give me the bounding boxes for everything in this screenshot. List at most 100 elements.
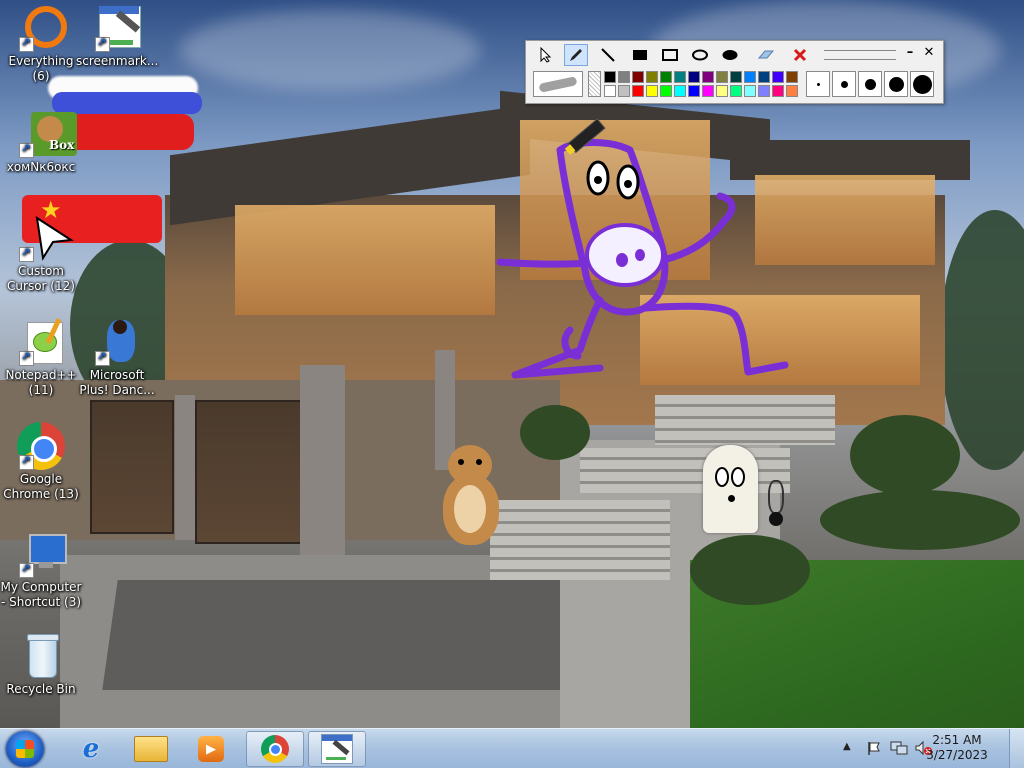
color-swatch[interactable] xyxy=(660,85,672,97)
ellipse-tool[interactable] xyxy=(688,44,712,66)
cursor-arrow-icon xyxy=(17,214,74,262)
start-button[interactable] xyxy=(6,731,44,767)
red-x-icon xyxy=(793,48,807,62)
network-icon[interactable] xyxy=(890,740,908,756)
color-swatch[interactable] xyxy=(688,71,700,83)
taskbar-screenmarker[interactable] xyxy=(308,731,366,767)
color-swatch[interactable] xyxy=(758,85,770,97)
ie-icon: e xyxy=(82,734,100,764)
color-swatch[interactable] xyxy=(786,85,798,97)
shortcut-arrow-icon xyxy=(19,245,34,262)
close-button[interactable]: ✕ xyxy=(920,45,938,63)
screenmarker-icon xyxy=(93,4,141,52)
color-swatch[interactable] xyxy=(758,71,770,83)
custom-cursor-shortcut[interactable]: Custom Cursor (12) xyxy=(0,214,82,294)
color-swatch[interactable] xyxy=(618,85,630,97)
minimize-button[interactable]: – xyxy=(902,45,918,63)
color-swatch[interactable] xyxy=(646,71,658,83)
transparent-color-swatch[interactable] xyxy=(588,71,601,97)
taskbar-windows-explorer[interactable] xyxy=(124,731,178,767)
rectangle-tool[interactable] xyxy=(658,44,682,66)
brush-size-tiny-button[interactable] xyxy=(806,71,830,97)
google-chrome-shortcut[interactable]: Google Chrome (13) xyxy=(0,422,82,502)
color-swatch[interactable] xyxy=(730,71,742,83)
brush-size-medium-button[interactable] xyxy=(858,71,882,97)
toolbar-drag-grip[interactable] xyxy=(824,50,896,60)
color-swatch[interactable] xyxy=(730,85,742,97)
marker-pen-tool[interactable] xyxy=(564,44,588,66)
shortcut-arrow-icon xyxy=(19,141,34,158)
black-cat-desktop-pet[interactable] xyxy=(764,480,786,528)
taskbar-media-player[interactable]: ▶ xyxy=(184,731,238,767)
taskbar-internet-explorer[interactable]: e xyxy=(64,731,118,767)
color-swatch[interactable] xyxy=(716,71,728,83)
color-swatch[interactable] xyxy=(632,85,644,97)
color-swatch[interactable] xyxy=(702,85,714,97)
filled-ellipse-tool[interactable] xyxy=(718,44,742,66)
screenmarker-toolbar[interactable]: – ✕ xyxy=(525,40,944,104)
color-swatch[interactable] xyxy=(646,85,658,97)
notepadpp-shortcut[interactable]: Notepad++ (11) xyxy=(0,318,82,398)
pointer-icon xyxy=(540,47,552,63)
color-swatch[interactable] xyxy=(674,71,686,83)
microsoft-plus-dance-shortcut[interactable]: Microsoft Plus! Danc... xyxy=(76,318,158,398)
brush-dot-icon xyxy=(888,76,904,92)
eraser-tool[interactable] xyxy=(754,44,778,66)
color-swatch[interactable] xyxy=(604,71,616,83)
color-swatch[interactable] xyxy=(786,71,798,83)
color-swatch[interactable] xyxy=(674,85,686,97)
hamster-box-icon: Box xyxy=(17,110,77,158)
color-swatch[interactable] xyxy=(604,85,616,97)
system-clock[interactable]: 2:51 AM 3/27/2023 xyxy=(922,733,992,763)
color-swatch[interactable] xyxy=(744,71,756,83)
color-swatch[interactable] xyxy=(632,71,644,83)
brush-size-large-button[interactable] xyxy=(884,71,908,97)
brush-dot-icon xyxy=(840,80,848,88)
color-swatch[interactable] xyxy=(660,71,672,83)
ghost-desktop-pet[interactable] xyxy=(703,445,758,533)
brush-dot-icon xyxy=(816,82,820,86)
taskbar-chrome[interactable] xyxy=(246,731,304,767)
shortcut-arrow-icon xyxy=(95,349,110,366)
recycle-bin[interactable]: Recycle Bin xyxy=(0,632,82,697)
brush-dot-icon xyxy=(912,74,932,94)
my-computer-shortcut[interactable]: My Computer - Shortcut (3) xyxy=(0,530,82,610)
everything-shortcut[interactable]: Everything (6) xyxy=(0,4,82,84)
action-center-flag-icon[interactable] xyxy=(866,740,882,756)
select-arrow-tool[interactable] xyxy=(534,44,558,66)
color-swatch[interactable] xyxy=(772,71,784,83)
current-color-preview xyxy=(533,71,583,97)
hamster-desktop-pet[interactable] xyxy=(440,445,502,547)
shortcut-arrow-icon xyxy=(19,453,34,470)
show-hidden-icons-button[interactable]: ▲ xyxy=(843,741,851,752)
color-swatch[interactable] xyxy=(716,85,728,97)
color-swatch[interactable] xyxy=(702,71,714,83)
filled-rectangle-icon xyxy=(633,50,647,60)
notepadpp-icon xyxy=(17,318,65,366)
color-palette[interactable] xyxy=(604,71,804,99)
screenmarker-icon xyxy=(321,734,353,764)
line-tool[interactable] xyxy=(596,44,620,66)
color-swatch[interactable] xyxy=(688,85,700,97)
color-swatch[interactable] xyxy=(772,85,784,97)
brush-size-extra-large-button[interactable] xyxy=(910,71,934,97)
shortcut-arrow-icon xyxy=(19,349,34,366)
shortcut-arrow-icon xyxy=(19,561,34,578)
clear-all-tool[interactable] xyxy=(788,44,812,66)
clock-date: 3/27/2023 xyxy=(926,748,988,762)
filled-ellipse-icon xyxy=(722,50,738,60)
taskbar: e ▶ ▲ 2:51 AM 3/27/2023 xyxy=(0,728,1024,768)
brush-size-small-button[interactable] xyxy=(832,71,856,97)
filled-rectangle-tool[interactable] xyxy=(628,44,652,66)
homnk-box-shortcut[interactable]: Box хомNк6окс xyxy=(0,110,82,175)
everything-icon xyxy=(17,4,67,52)
color-swatch[interactable] xyxy=(618,71,630,83)
screenmarker-shortcut[interactable]: screenmark... xyxy=(76,4,158,69)
color-swatch[interactable] xyxy=(744,85,756,97)
pen-icon xyxy=(570,49,582,61)
eraser-icon xyxy=(757,50,775,59)
shortcut-arrow-icon xyxy=(95,35,110,52)
show-desktop-button[interactable] xyxy=(1009,729,1024,768)
computer-icon xyxy=(17,530,67,578)
dancer-icon xyxy=(93,318,141,366)
